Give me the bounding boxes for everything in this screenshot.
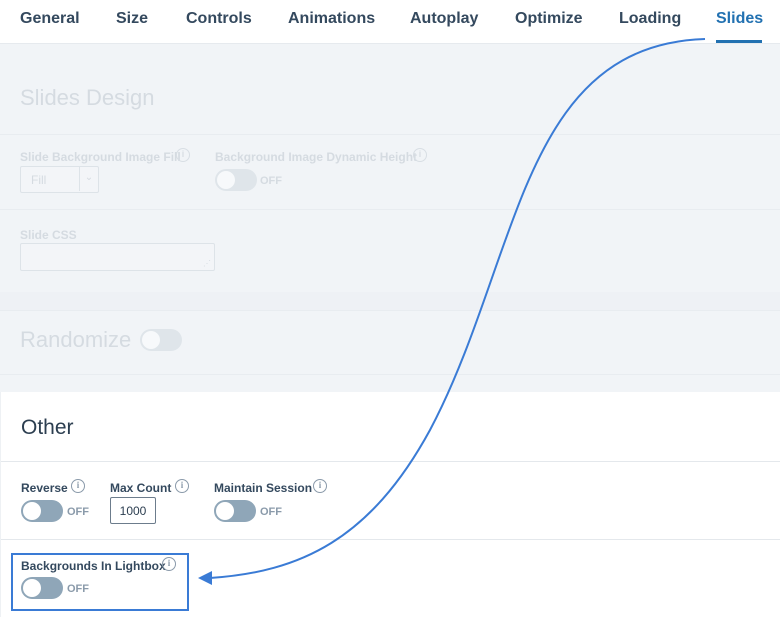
reverse-label: Reverse [21, 481, 68, 495]
toggle-knob [23, 579, 41, 597]
divider [0, 374, 780, 375]
maintain-session-label: Maintain Session [214, 481, 313, 495]
randomize-label: Randomize [20, 327, 132, 352]
tab-optimize[interactable]: Optimize [515, 10, 583, 28]
slides-design-section: Slides Design Slide Background Image Fil… [0, 44, 780, 392]
slides-design-title: Slides Design [20, 85, 155, 110]
tab-animations[interactable]: Animations [288, 10, 375, 28]
divider [0, 310, 780, 311]
tab-size[interactable]: Size [116, 10, 148, 28]
backgrounds-lightbox-label: Backgrounds In Lightbox [21, 559, 166, 573]
toggle-knob [142, 331, 160, 349]
tab-controls[interactable]: Controls [186, 10, 252, 28]
reverse-toggle[interactable] [21, 500, 63, 522]
section-gap [0, 292, 780, 310]
max-count-input[interactable] [110, 497, 156, 524]
tab-slides[interactable]: Slides [716, 10, 763, 28]
divider [0, 209, 780, 210]
resize-grip-icon: ⋰ [203, 259, 211, 268]
maintain-session-toggle[interactable] [214, 500, 256, 522]
info-icon[interactable]: i [71, 479, 85, 493]
toggle-knob [217, 171, 235, 189]
other-title: Other [21, 416, 74, 439]
divider [1, 539, 780, 540]
other-section: Other Reverse i OFF Max Count i Maintain… [0, 392, 780, 617]
active-tab-indicator [716, 40, 762, 43]
info-icon[interactable]: i [313, 479, 327, 493]
dynamic-height-state: OFF [260, 175, 282, 187]
reverse-state: OFF [67, 506, 89, 518]
info-icon[interactable]: i [175, 479, 189, 493]
tab-autoplay[interactable]: Autoplay [410, 10, 478, 28]
slide-css-label: Slide CSS [20, 228, 77, 242]
toggle-knob [216, 502, 234, 520]
divider [0, 134, 780, 135]
bg-fill-select[interactable]: Fill ⌄ [20, 166, 99, 193]
backgrounds-lightbox-toggle[interactable] [21, 577, 63, 599]
randomize-toggle[interactable] [140, 329, 182, 351]
tab-general[interactable]: General [20, 10, 80, 28]
chevron-down-icon: ⌄ [79, 167, 98, 191]
toggle-knob [23, 502, 41, 520]
bg-fill-value: Fill [31, 173, 47, 187]
info-icon[interactable]: i [162, 557, 176, 571]
slide-css-textarea[interactable]: ⋰ [20, 243, 215, 271]
settings-tabs: General Size Controls Animations Autopla… [0, 0, 780, 44]
info-icon: i [176, 148, 190, 162]
bg-fill-label: Slide Background Image Fill [20, 150, 181, 164]
divider [1, 461, 780, 462]
backgrounds-lightbox-state: OFF [67, 583, 89, 595]
tab-loading[interactable]: Loading [619, 10, 681, 28]
max-count-label: Max Count [110, 481, 172, 495]
maintain-session-state: OFF [260, 506, 282, 518]
dynamic-height-toggle[interactable] [215, 169, 257, 191]
info-icon: i [413, 148, 427, 162]
dynamic-height-label: Background Image Dynamic Height [215, 150, 418, 164]
